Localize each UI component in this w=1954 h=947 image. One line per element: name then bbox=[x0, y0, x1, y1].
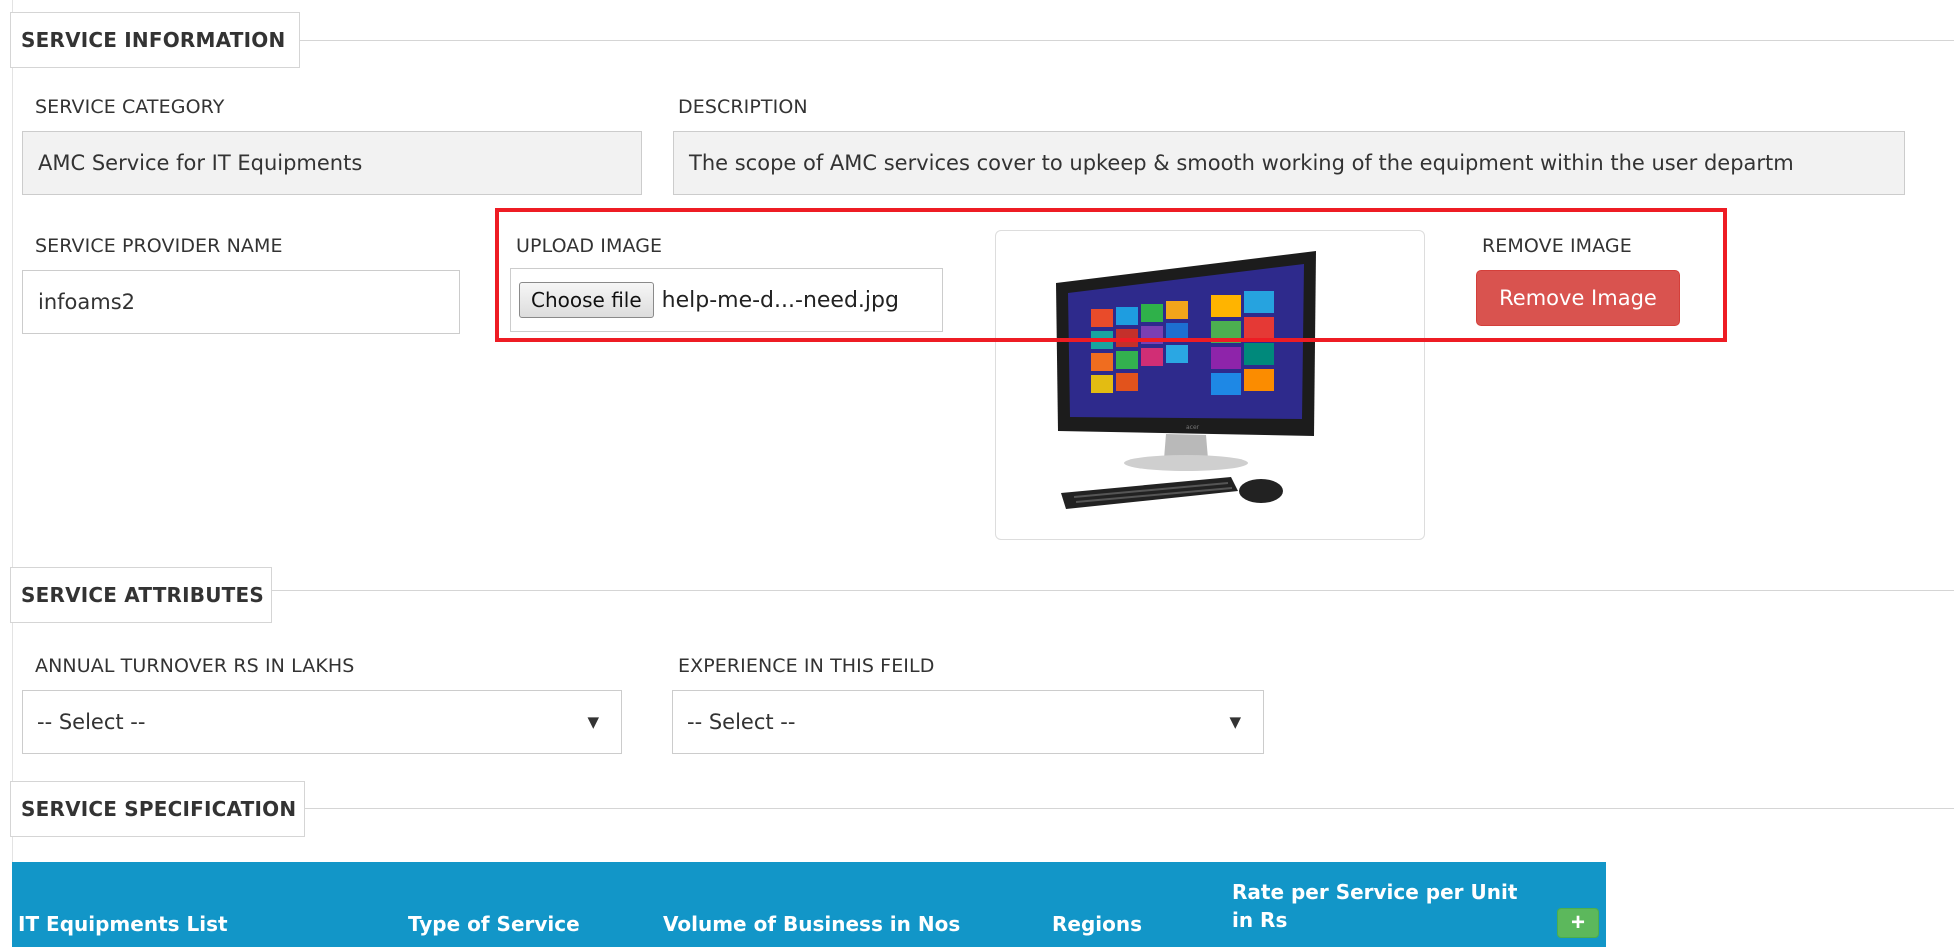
annual-turnover-value: -- Select -- bbox=[37, 710, 146, 734]
description-label: DESCRIPTION bbox=[678, 96, 808, 118]
experience-value: -- Select -- bbox=[687, 710, 796, 734]
annual-turnover-select[interactable]: -- Select -- ▼ bbox=[22, 690, 622, 754]
file-upload-input[interactable]: Choose file help-me-d...-need.jpg bbox=[510, 268, 943, 332]
section-service-specification: SERVICE SPECIFICATION bbox=[10, 781, 305, 837]
section-title: SERVICE INFORMATION bbox=[21, 28, 286, 52]
service-provider-field[interactable]: infoams2 bbox=[22, 270, 460, 334]
section-service-information: SERVICE INFORMATION bbox=[10, 12, 300, 68]
remove-image-label: REMOVE IMAGE bbox=[1482, 235, 1632, 257]
mouse bbox=[1239, 479, 1283, 503]
section-service-attributes: SERVICE ATTRIBUTES bbox=[10, 567, 272, 623]
service-category-field[interactable]: AMC Service for IT Equipments bbox=[22, 131, 642, 195]
brand-logo: acer bbox=[1186, 424, 1200, 431]
caret-down-icon: ▼ bbox=[587, 713, 599, 731]
form-left-border bbox=[12, 0, 13, 862]
computer-image: acer bbox=[1056, 251, 1316, 509]
remove-image-button[interactable]: Remove Image bbox=[1476, 270, 1680, 326]
choose-file-button[interactable]: Choose file bbox=[519, 282, 654, 318]
keyboard bbox=[1061, 477, 1238, 509]
add-row-button[interactable]: + bbox=[1557, 908, 1599, 938]
column-regions: Regions bbox=[1052, 912, 1143, 936]
description-field[interactable]: The scope of AMC services cover to upkee… bbox=[673, 131, 1905, 195]
image-preview: acer bbox=[995, 230, 1425, 540]
column-volume-of-business: Volume of Business in Nos bbox=[663, 912, 961, 936]
service-category-label: SERVICE CATEGORY bbox=[35, 96, 225, 118]
legend-rule bbox=[300, 40, 1954, 41]
section-title: SERVICE ATTRIBUTES bbox=[21, 583, 264, 607]
upload-image-label: UPLOAD IMAGE bbox=[516, 235, 663, 257]
column-rate-per-service: Rate per Service per Unit in Rs bbox=[1232, 880, 1518, 932]
monitor-base bbox=[1124, 455, 1248, 471]
column-type-of-service: Type of Service bbox=[408, 912, 580, 936]
selected-file-name: help-me-d...-need.jpg bbox=[661, 287, 899, 313]
experience-select[interactable]: -- Select -- ▼ bbox=[672, 690, 1264, 754]
plus-icon: + bbox=[1570, 909, 1585, 936]
legend-rule bbox=[272, 590, 1954, 591]
legend-rule bbox=[305, 808, 1954, 809]
section-title: SERVICE SPECIFICATION bbox=[21, 797, 297, 821]
service-provider-label: SERVICE PROVIDER NAME bbox=[35, 235, 283, 257]
column-it-equipments-list: IT Equipments List bbox=[18, 912, 228, 936]
caret-down-icon: ▼ bbox=[1229, 713, 1241, 731]
annual-turnover-label: ANNUAL TURNOVER RS IN LAKHS bbox=[35, 655, 355, 677]
experience-label: EXPERIENCE IN THIS FEILD bbox=[678, 655, 935, 677]
